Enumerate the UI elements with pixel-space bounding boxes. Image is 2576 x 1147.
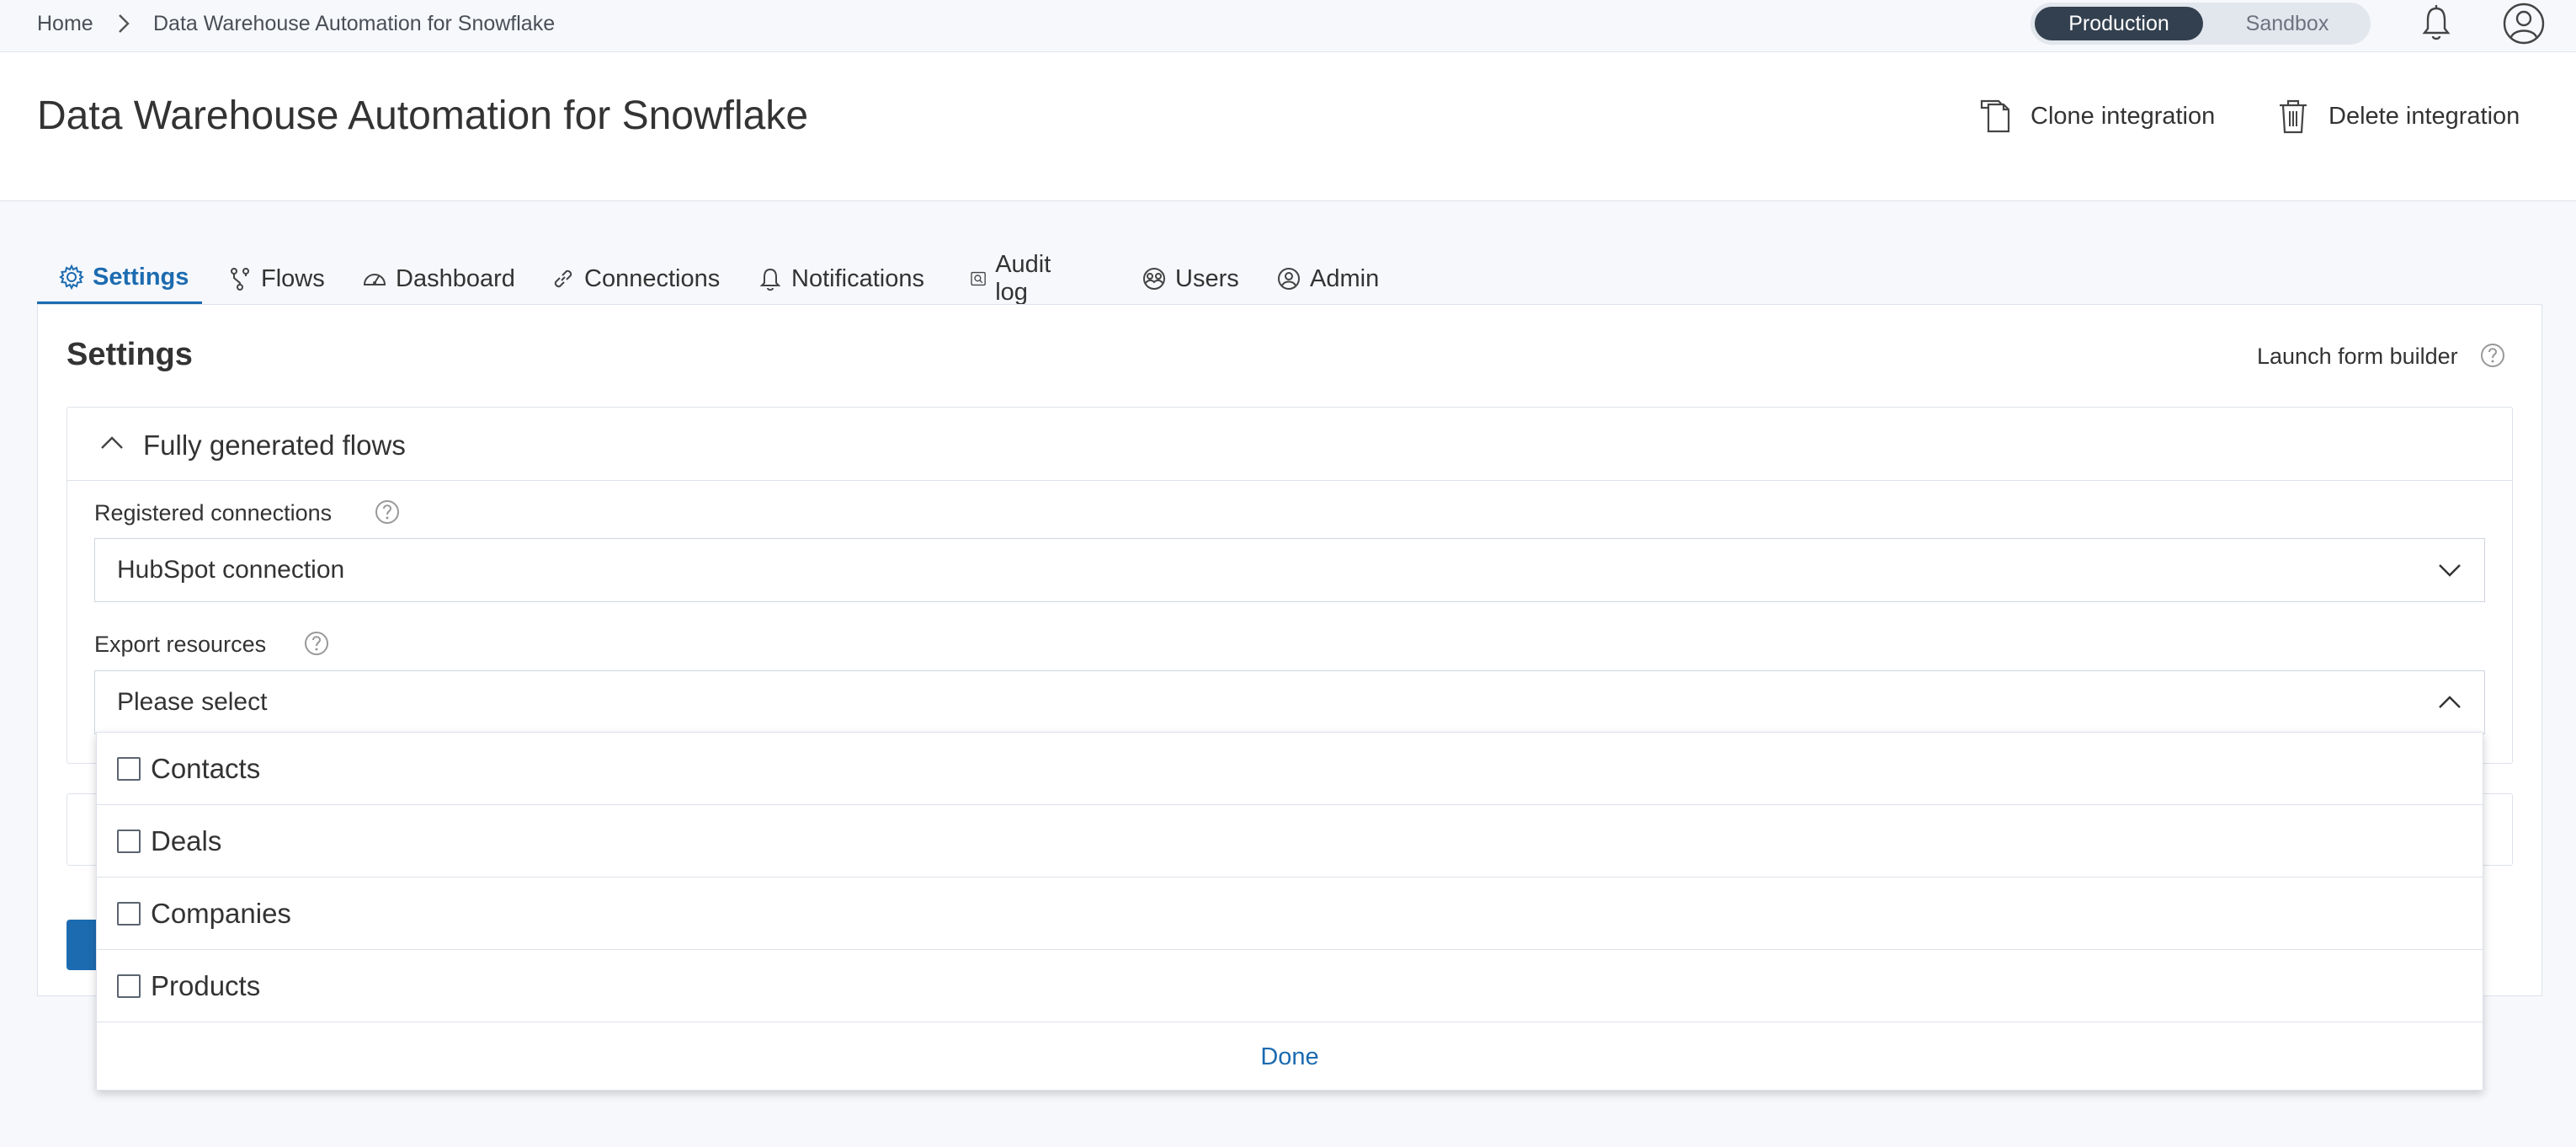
top-bar: Home Data Warehouse Automation for Snowf… (0, 0, 2576, 52)
tab-flows[interactable]: Flows (227, 253, 325, 305)
help-icon[interactable] (2479, 342, 2506, 369)
tab-connections[interactable]: Connections (551, 253, 720, 305)
option-label: Companies (151, 898, 291, 929)
tab-audit-log[interactable]: Audit log (970, 251, 1059, 306)
done-button[interactable]: Done (97, 1022, 2483, 1091)
registered-connections-select[interactable]: HubSpot connection (94, 538, 2485, 602)
clone-icon (1980, 99, 2010, 133)
settings-title: Settings (67, 337, 193, 372)
bell-icon[interactable] (2421, 3, 2451, 44)
clone-integration-label: Clone integration (2030, 102, 2216, 130)
section-header[interactable]: Fully generated flows (67, 408, 2512, 481)
env-production-button[interactable]: Production (2035, 7, 2203, 40)
link-icon (554, 269, 572, 288)
flows-icon (231, 268, 249, 291)
admin-icon (1278, 268, 1300, 290)
breadcrumb-home[interactable]: Home (37, 12, 93, 36)
tab-users[interactable]: Users (1142, 253, 1239, 305)
tab-audit-log-label: Audit log (995, 251, 1051, 306)
chevron-up-icon (101, 436, 123, 449)
tab-notifications-label: Notifications (791, 264, 924, 292)
tab-admin[interactable]: Admin (1276, 253, 1379, 305)
option-label: Deals (151, 825, 222, 856)
page-title: Data Warehouse Automation for Snowflake (37, 93, 809, 138)
tab-settings-label: Settings (93, 263, 189, 291)
delete-integration-button[interactable]: Delete integration (2276, 98, 2520, 135)
option-products[interactable]: Products (97, 950, 2483, 1022)
clone-integration-button[interactable]: Clone integration (1978, 98, 2215, 135)
tab-settings[interactable]: Settings (37, 253, 202, 305)
option-companies[interactable]: Companies (97, 878, 2483, 950)
environment-toggle: Production Sandbox (2030, 3, 2371, 45)
tab-notifications[interactable]: Notifications (758, 253, 924, 305)
fully-generated-flows-section: Fully generated flows Registered connect… (67, 407, 2513, 764)
tab-dashboard[interactable]: Dashboard (362, 253, 515, 305)
chevron-up-icon (2439, 696, 2461, 708)
user-avatar-icon[interactable] (2502, 2, 2546, 45)
chevron-right-icon (119, 14, 130, 33)
option-deals[interactable]: Deals (97, 805, 2483, 878)
breadcrumb-current: Data Warehouse Automation for Snowflake (153, 12, 556, 35)
tab-dashboard-label: Dashboard (396, 264, 515, 292)
gear-icon (59, 264, 84, 290)
option-label: Products (151, 970, 261, 1001)
checkbox[interactable] (117, 902, 141, 926)
help-icon[interactable] (374, 499, 401, 525)
export-resources-dropdown: Contacts Deals Companies Products Done (96, 732, 2483, 1091)
section-title: Fully generated flows (143, 429, 406, 461)
registered-connections-label: Registered connections (94, 500, 333, 525)
help-icon[interactable] (303, 630, 330, 657)
option-contacts[interactable]: Contacts (97, 733, 2483, 805)
tab-flows-label: Flows (261, 264, 325, 292)
export-resources-value: Please select (117, 688, 268, 716)
export-resources-select[interactable]: Please select (94, 670, 2485, 734)
checkbox[interactable] (117, 974, 141, 998)
tab-connections-label: Connections (584, 264, 721, 292)
delete-integration-label: Delete integration (2329, 102, 2520, 130)
option-label: Contacts (151, 753, 261, 784)
chevron-down-icon (2439, 564, 2461, 577)
tab-users-label: Users (1175, 264, 1239, 292)
launch-form-builder-link[interactable]: Launch form builder (2257, 344, 2458, 370)
audit-log-icon (971, 271, 986, 286)
trash-icon (2280, 99, 2307, 134)
tab-admin-label: Admin (1310, 264, 1380, 292)
export-resources-label: Export resources (94, 632, 267, 657)
env-sandbox-button[interactable]: Sandbox (2209, 7, 2366, 40)
bell-icon (759, 268, 781, 291)
dashboard-icon (363, 274, 386, 285)
users-icon (1143, 268, 1165, 290)
checkbox[interactable] (117, 830, 141, 853)
checkbox[interactable] (117, 757, 141, 781)
page-header: Data Warehouse Automation for Snowflake … (0, 52, 2576, 201)
registered-connections-value: HubSpot connection (117, 556, 345, 584)
